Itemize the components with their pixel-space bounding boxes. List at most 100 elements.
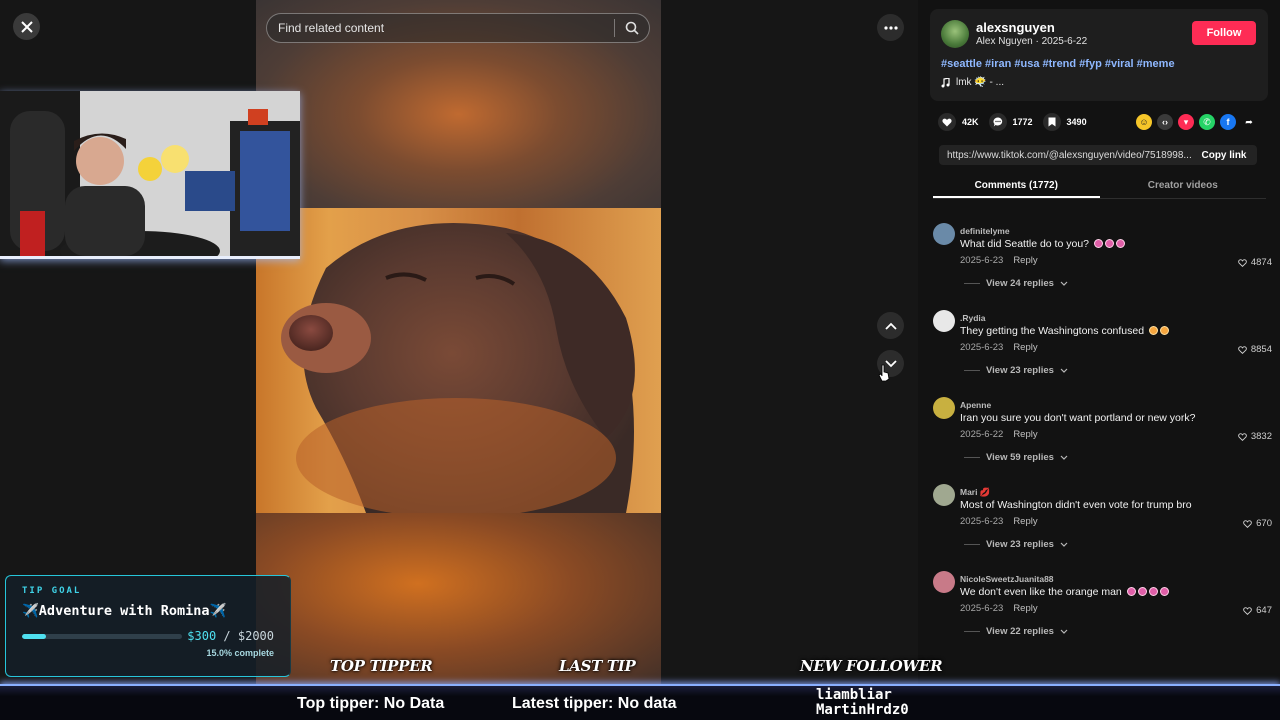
tip-goal-target: $2000 xyxy=(237,629,274,643)
like-button[interactable]: 42K xyxy=(938,113,979,131)
whatsapp-icon[interactable]: ✆ xyxy=(1199,114,1215,130)
tab-comments[interactable]: Comments (1772) xyxy=(933,175,1100,198)
commenter-name[interactable]: NicoleSweetzJuanita88 xyxy=(960,574,1054,584)
send-icon[interactable]: ▾ xyxy=(1178,114,1194,130)
reply-button[interactable]: Reply xyxy=(1013,429,1037,440)
tip-goal-percent: 15.0% complete xyxy=(206,648,274,658)
replies-label: View 22 replies xyxy=(986,626,1054,637)
copy-link-button[interactable]: Copy link xyxy=(1191,145,1257,165)
comment-item: .Rydia They getting the Washingtons conf… xyxy=(932,307,1274,394)
comment-like-button[interactable]: 647 xyxy=(1243,605,1272,616)
tip-goal-widget: TIP GOAL ✈️Adventure with Romina✈️ $300 … xyxy=(5,575,291,677)
replies-label: View 24 replies xyxy=(986,278,1054,289)
music-link[interactable]: lmk 😶‍🌫️ - ... xyxy=(941,77,1004,88)
replies-label: View 59 replies xyxy=(986,452,1054,463)
view-replies-button[interactable]: View 59 replies xyxy=(964,452,1068,463)
search-input[interactable]: Find related content xyxy=(266,13,650,43)
reply-button[interactable]: Reply xyxy=(1013,255,1037,266)
video-frame-dog[interactable] xyxy=(256,208,661,513)
comment-like-button[interactable]: 4874 xyxy=(1238,257,1272,268)
save-button[interactable]: 3490 xyxy=(1042,113,1087,131)
divider xyxy=(964,631,980,632)
comment-like-button[interactable]: 3832 xyxy=(1238,431,1272,442)
save-count: 3490 xyxy=(1066,117,1087,127)
heart-outline-icon xyxy=(1238,432,1247,441)
comment-like-count: 670 xyxy=(1256,518,1272,529)
close-button[interactable] xyxy=(13,13,40,40)
comment-text: Most of Washington didn't even vote for … xyxy=(960,499,1192,511)
more-options-button[interactable] xyxy=(877,14,904,41)
comment-meta: 2025-6-23 Reply xyxy=(960,255,1038,266)
follower-name-1: liambliar xyxy=(816,687,892,703)
close-icon xyxy=(20,20,33,33)
commenter-name[interactable]: definitelyme xyxy=(960,226,1010,236)
commenter-name[interactable]: Apenne xyxy=(960,400,991,410)
comment-item: Mari 💋 Most of Washington didn't even vo… xyxy=(932,481,1274,568)
reply-button[interactable]: Reply xyxy=(1013,603,1037,614)
chevron-up-icon xyxy=(884,322,897,330)
share-arrow-icon[interactable]: ➦ xyxy=(1241,114,1257,130)
video-player[interactable] xyxy=(256,0,661,690)
view-replies-button[interactable]: View 23 replies xyxy=(964,539,1068,550)
replies-label: View 23 replies xyxy=(986,365,1054,376)
comment-like-button[interactable]: 670 xyxy=(1243,518,1272,529)
video-link-row: https://www.tiktok.com/@alexsnguyen/vide… xyxy=(939,145,1257,165)
comment-body: Iran you sure you don't want portland or… xyxy=(960,412,1196,424)
follow-button[interactable]: Follow xyxy=(1192,21,1256,45)
engagement-stats: 42K 1772 3490 xyxy=(938,113,1097,131)
comment-like-count: 3832 xyxy=(1250,431,1272,442)
follower-name-2: MartinHrdz0 xyxy=(816,702,909,718)
comment-body: What did Seattle do to you? xyxy=(960,238,1089,250)
comment-date: 2025-6-23 xyxy=(960,516,1004,527)
commenter-avatar[interactable] xyxy=(933,571,955,593)
divider xyxy=(964,370,980,371)
comment-like-count: 8854 xyxy=(1250,344,1272,355)
author-username[interactable]: alexsnguyen xyxy=(976,20,1055,35)
post-date: 2025-6-22 xyxy=(1041,36,1088,47)
chevron-down-icon xyxy=(1060,368,1068,373)
video-url[interactable]: https://www.tiktok.com/@alexsnguyen/vide… xyxy=(939,150,1191,161)
facebook-icon[interactable]: f xyxy=(1220,114,1236,130)
commenter-avatar[interactable] xyxy=(933,223,955,245)
smile-share-icon[interactable]: ☺ xyxy=(1136,114,1152,130)
author-card: alexsnguyen Alex Nguyen · 2025-6-22 Foll… xyxy=(930,9,1268,101)
commenter-name[interactable]: Mari 💋 xyxy=(960,487,990,498)
previous-video-button[interactable] xyxy=(877,312,904,339)
comment-date: 2025-6-23 xyxy=(960,603,1004,614)
comment-like-button[interactable]: 8854 xyxy=(1238,344,1272,355)
divider xyxy=(964,283,980,284)
comment-text: We don't even like the orange man xyxy=(960,586,1169,598)
comment-list: definitelyme What did Seattle do to you?… xyxy=(932,220,1274,655)
chevron-down-icon xyxy=(1060,281,1068,286)
tip-goal-title: ✈️Adventure with Romina✈️ xyxy=(22,603,227,619)
comment-like-count: 4874 xyxy=(1250,257,1272,268)
comment-button[interactable]: 1772 xyxy=(988,113,1033,131)
tip-goal-amount: $300 / $2000 xyxy=(187,629,274,643)
embed-icon[interactable]: ‹› xyxy=(1157,114,1173,130)
last-tip-label: LAST TIP xyxy=(559,657,636,675)
emoji-icon xyxy=(1148,587,1158,596)
tab-creator-videos[interactable]: Creator videos xyxy=(1100,175,1267,198)
reply-button[interactable]: Reply xyxy=(1013,342,1037,353)
reply-button[interactable]: Reply xyxy=(1013,516,1037,527)
commenter-name[interactable]: .Rydia xyxy=(960,313,986,323)
search-icon[interactable] xyxy=(615,13,649,43)
like-count: 42K xyxy=(962,117,979,127)
heart-icon xyxy=(938,113,956,131)
view-replies-button[interactable]: View 22 replies xyxy=(964,626,1068,637)
heart-outline-icon xyxy=(1243,606,1252,615)
chevron-down-icon xyxy=(1060,629,1068,634)
commenter-avatar[interactable] xyxy=(933,397,955,419)
commenter-avatar[interactable] xyxy=(933,310,955,332)
hashtags[interactable]: #seattle #iran #usa #trend #fyp #viral #… xyxy=(941,58,1175,70)
top-tipper-text: Top tipper: No Data xyxy=(297,695,445,712)
webcam-image xyxy=(0,91,300,256)
new-follower-label: NEW FOLLOWER xyxy=(800,657,943,675)
comment-meta: 2025-6-22 Reply xyxy=(960,429,1038,440)
author-avatar[interactable] xyxy=(941,20,969,48)
author-display-name: Alex Nguyen xyxy=(976,36,1033,47)
emoji-icon xyxy=(1148,326,1158,335)
view-replies-button[interactable]: View 24 replies xyxy=(964,278,1068,289)
commenter-avatar[interactable] xyxy=(933,484,955,506)
view-replies-button[interactable]: View 23 replies xyxy=(964,365,1068,376)
